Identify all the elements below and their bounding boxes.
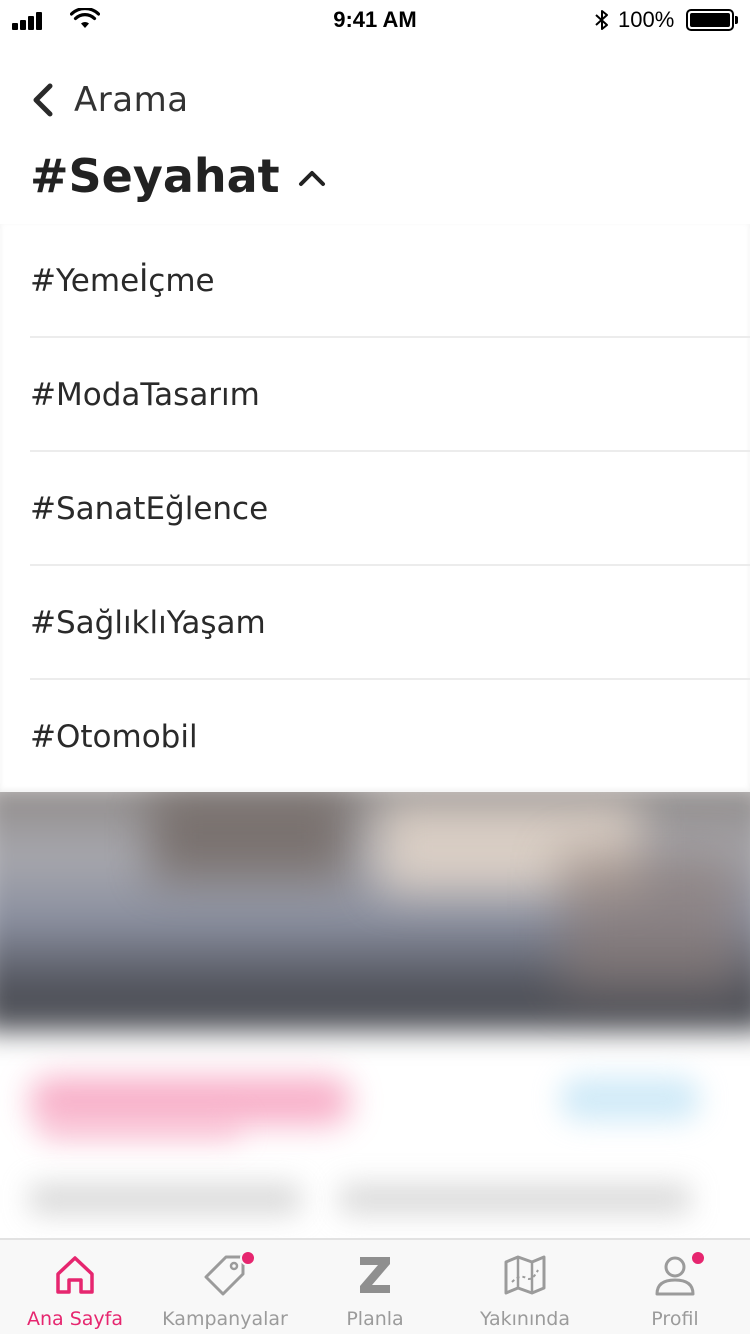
- dropdown-item-label: #SanatEğlence: [30, 491, 269, 527]
- tab-profil[interactable]: Profil: [600, 1240, 750, 1334]
- category-dropdown: #Yemeİçme #ModaTasarım #SanatEğlence #Sa…: [0, 224, 750, 792]
- tab-ana-sayfa[interactable]: Ana Sayfa: [0, 1240, 150, 1334]
- tab-label: Kampanyalar: [162, 1308, 288, 1330]
- blurred-feed-background: [0, 792, 750, 1238]
- back-button[interactable]: Arama: [30, 78, 189, 122]
- category-toggle[interactable]: #Seyahat: [30, 144, 326, 208]
- dropdown-item-label: #SağlıklıYaşam: [30, 605, 266, 641]
- tab-label: Yakınında: [480, 1308, 570, 1330]
- tag-icon: [202, 1250, 256, 1298]
- bluetooth-icon: [595, 10, 608, 30]
- back-label: Arama: [74, 80, 189, 120]
- tab-label: Profil: [651, 1308, 699, 1330]
- dropdown-item-label: #Yemeİçme: [30, 263, 215, 299]
- dropdown-item-yemeicme[interactable]: #Yemeİçme: [0, 224, 750, 338]
- notification-badge: [240, 1250, 256, 1266]
- dropdown-item-sanateglence[interactable]: #SanatEğlence: [0, 452, 750, 566]
- page-title: #Seyahat: [30, 149, 280, 203]
- chevron-left-icon: [33, 83, 53, 117]
- z-logo-icon: [352, 1252, 398, 1298]
- profile-icon: [652, 1250, 706, 1298]
- tab-label: Planla: [346, 1308, 404, 1330]
- tab-planla[interactable]: Planla: [300, 1240, 450, 1334]
- header: Arama #Seyahat: [0, 40, 750, 224]
- dropdown-item-modatasarim[interactable]: #ModaTasarım: [0, 338, 750, 452]
- dropdown-item-label: #Otomobil: [30, 719, 198, 755]
- tab-kampanyalar[interactable]: Kampanyalar: [150, 1240, 300, 1334]
- battery-icon: [686, 9, 738, 31]
- dropdown-item-otomobil[interactable]: #Otomobil: [0, 680, 750, 794]
- chevron-up-icon: [298, 171, 325, 186]
- tab-yakininda[interactable]: Yakınında: [450, 1240, 600, 1334]
- battery-percent: 100%: [618, 7, 675, 32]
- notification-badge: [690, 1250, 706, 1266]
- status-bar: 9:41 AM 100%: [0, 0, 750, 40]
- map-icon: [502, 1252, 548, 1298]
- tab-label: Ana Sayfa: [26, 1308, 123, 1330]
- tab-bar: Ana Sayfa Kampanyalar Planla Yakınında P…: [0, 1238, 750, 1334]
- dropdown-item-saglikliyasam[interactable]: #SağlıklıYaşam: [0, 566, 750, 680]
- dropdown-item-label: #ModaTasarım: [30, 377, 260, 413]
- home-icon: [52, 1252, 98, 1298]
